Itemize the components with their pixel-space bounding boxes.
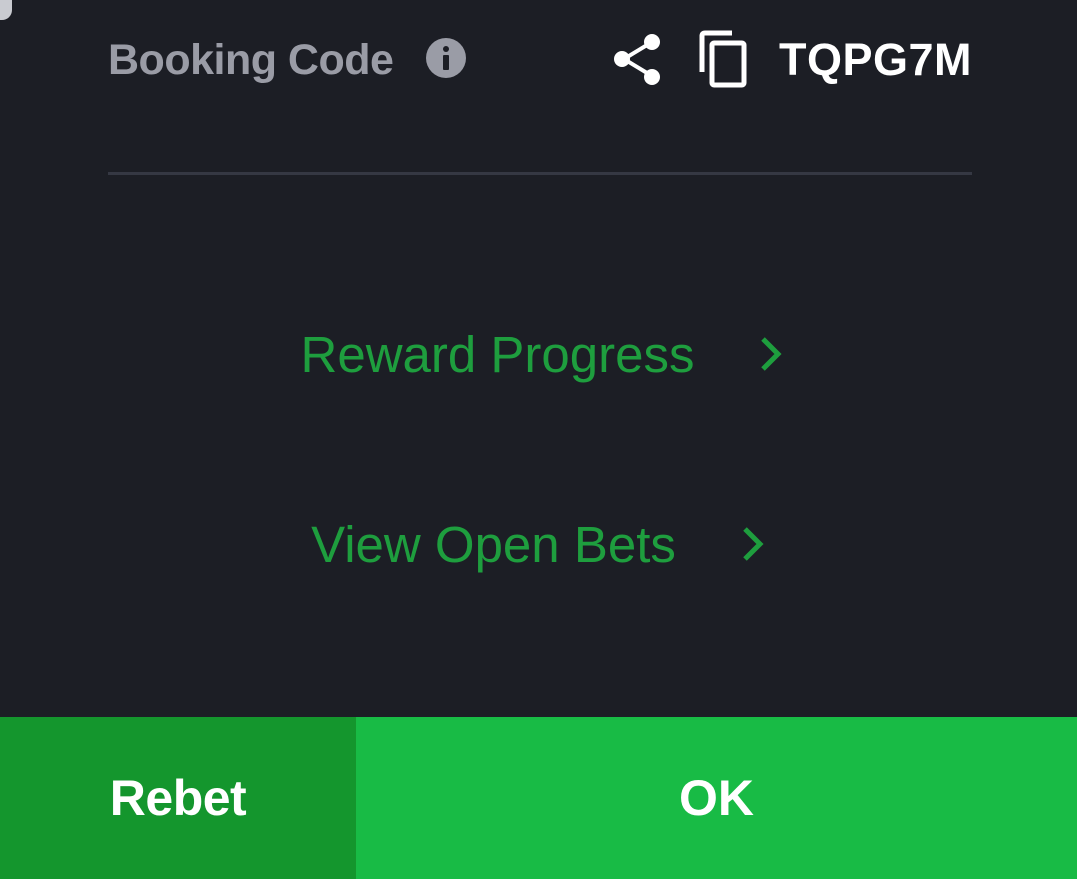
- booking-code-label: Booking Code: [108, 36, 394, 84]
- info-icon[interactable]: [426, 38, 466, 78]
- reward-progress-label: Reward Progress: [300, 325, 695, 383]
- booking-code-header: Booking Code TQPG7M: [108, 28, 972, 92]
- window-corner-handle: [0, 0, 12, 20]
- rebet-button[interactable]: Rebet: [0, 717, 356, 879]
- view-open-bets-label: View Open Bets: [311, 515, 676, 573]
- chevron-right-icon: [743, 527, 764, 561]
- chevron-right-icon: [761, 337, 783, 371]
- booking-code-value[interactable]: TQPG7M: [779, 34, 972, 86]
- header-divider: [108, 172, 972, 175]
- action-bar: Rebet OK: [0, 717, 1077, 879]
- copy-icon[interactable]: [696, 30, 752, 88]
- reward-progress-link[interactable]: Reward Progress: [0, 322, 1077, 386]
- view-open-bets-link[interactable]: View Open Bets: [0, 512, 1077, 576]
- ok-button[interactable]: OK: [356, 717, 1077, 879]
- share-icon[interactable]: [612, 32, 662, 86]
